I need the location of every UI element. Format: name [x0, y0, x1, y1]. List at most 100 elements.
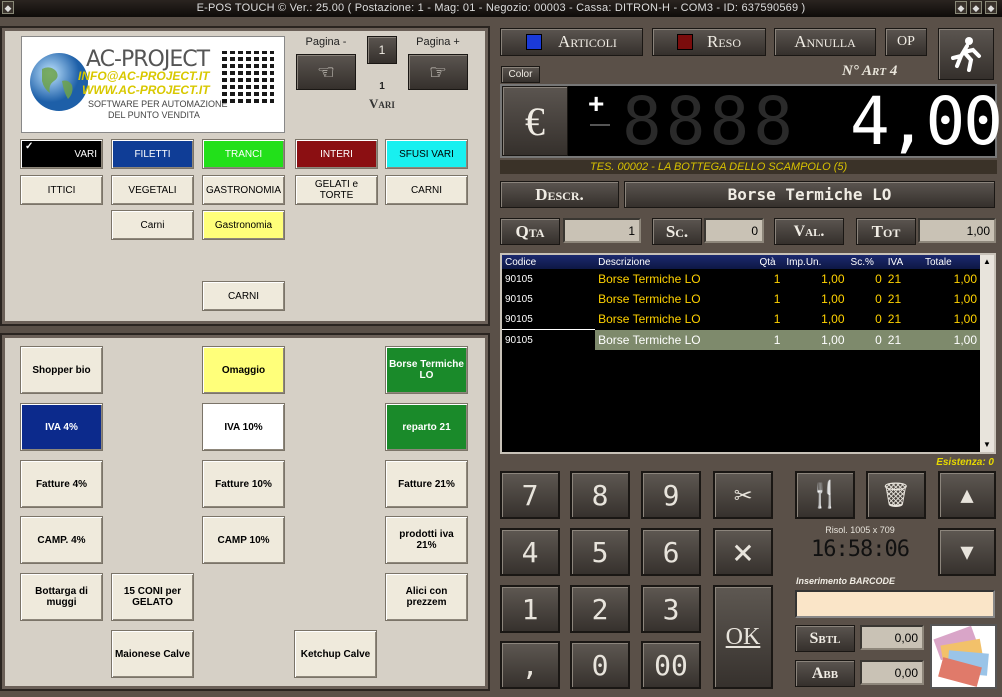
- page-next-button[interactable]: ☞: [408, 54, 468, 90]
- page-number-box[interactable]: 1: [367, 36, 397, 64]
- cell-code: 90105: [505, 273, 533, 285]
- category-gastronomia-sub-button[interactable]: Gastronomia: [202, 210, 285, 240]
- key-00[interactable]: 00: [641, 641, 701, 689]
- key-3[interactable]: 3: [641, 585, 701, 633]
- maximize-button[interactable]: ◆: [970, 1, 982, 14]
- table-row-selected[interactable]: 90105 Borse Termiche LO 1 1,00 0 21 1,00: [502, 329, 980, 350]
- exit-button[interactable]: [938, 28, 994, 80]
- key-4-label: 4: [521, 535, 539, 569]
- table-header-row: Codice Descrizione Qtà Imp.Un. Sc.% IVA …: [502, 255, 980, 269]
- product-reparto21-button[interactable]: reparto 21: [385, 403, 468, 451]
- barcode-input[interactable]: [795, 590, 995, 618]
- articoli-button[interactable]: Articoli: [500, 28, 643, 56]
- minimize-button[interactable]: ◆: [955, 1, 967, 14]
- key-5[interactable]: 5: [570, 528, 630, 576]
- product-prodotti-iva21-button[interactable]: prodotti iva 21%: [385, 516, 468, 564]
- category-tranci-button[interactable]: TRANCI: [202, 139, 285, 169]
- company-logo: AC-PROJECT INFO@AC-PROJECT.IT WWW.AC-PRO…: [21, 36, 285, 133]
- close-button[interactable]: ◆: [985, 1, 997, 14]
- product-coni-gelato-button[interactable]: 15 CONI per GELATO: [111, 573, 194, 621]
- product-fatture10-button[interactable]: Fatture 10%: [202, 460, 285, 508]
- category-sfusi-vari-button[interactable]: SFUSI VARI: [385, 139, 468, 169]
- table-row[interactable]: 90105 Borse Termiche LO 1 1,00 0 21 1,00: [502, 289, 980, 309]
- sc-field[interactable]: 0: [704, 218, 764, 243]
- qta-field[interactable]: 1: [563, 218, 641, 243]
- scroll-down-icon[interactable]: ▼: [980, 438, 994, 452]
- product-maionese-button[interactable]: Maionese Calve: [111, 630, 194, 678]
- ok-button[interactable]: OK: [713, 585, 773, 689]
- category-carni-sub-button[interactable]: Carni: [111, 210, 194, 240]
- sbtl-button[interactable]: Sbtl: [795, 625, 855, 652]
- product-borse-termiche-button[interactable]: Borse Termiche LO: [385, 346, 468, 394]
- reso-button[interactable]: Reso: [652, 28, 766, 56]
- barcode-label: Inserimento BARCODE: [796, 576, 896, 586]
- category-carni-sub-label: Carni: [140, 219, 165, 231]
- product-bottarga-button[interactable]: Bottarga di muggi: [20, 573, 103, 621]
- category-carni-row4-button[interactable]: CARNI: [202, 281, 285, 311]
- key-7[interactable]: 7: [500, 471, 560, 519]
- sc-button[interactable]: Sc.: [652, 218, 702, 245]
- key-0-label: 0: [591, 648, 609, 682]
- key-comma[interactable]: ,: [500, 641, 560, 689]
- category-vari-button[interactable]: ✓ VARI: [20, 139, 103, 169]
- product-omaggio-button[interactable]: Omaggio: [202, 346, 285, 394]
- product-iva10-button[interactable]: IVA 10%: [202, 403, 285, 451]
- abb-button[interactable]: Abb: [795, 660, 855, 687]
- category-gelati-torte-button[interactable]: GELATI e TORTE: [295, 175, 378, 205]
- color-button[interactable]: Color: [501, 66, 540, 83]
- descr-label: Descr.: [535, 184, 584, 204]
- scroll-up-icon[interactable]: ▲: [980, 255, 994, 269]
- op-button[interactable]: OP: [885, 28, 927, 56]
- category-carni-button[interactable]: CARNI: [385, 175, 468, 205]
- key-4[interactable]: 4: [500, 528, 560, 576]
- table-row[interactable]: 90105 Borse Termiche LO 1 1,00 0 21 1,00: [502, 269, 980, 289]
- cell-qty: 1: [773, 292, 781, 306]
- descr-button[interactable]: Descr.: [500, 181, 619, 208]
- key-8[interactable]: 8: [570, 471, 630, 519]
- product-ketchup-button[interactable]: Ketchup Calve: [294, 630, 377, 678]
- category-filetti-button[interactable]: FILETTI: [111, 139, 194, 169]
- cell-discount: 0: [875, 312, 882, 327]
- article-count: N° Art 4: [842, 63, 898, 79]
- category-ittici-button[interactable]: ITTICI: [20, 175, 103, 205]
- table-scrollbar[interactable]: ▲ ▼: [980, 255, 994, 452]
- product-fatture21-button[interactable]: Fatture 21%: [385, 460, 468, 508]
- page-prev-button[interactable]: ☜: [296, 54, 356, 90]
- key-9[interactable]: 9: [641, 471, 701, 519]
- multiply-button[interactable]: ×: [713, 528, 773, 576]
- val-button[interactable]: Val.: [774, 218, 844, 245]
- product-camp4-button[interactable]: CAMP. 4%: [20, 516, 103, 564]
- currency-button[interactable]: €: [502, 86, 568, 156]
- payment-button[interactable]: [930, 624, 997, 689]
- qta-button[interactable]: Qta: [500, 218, 560, 245]
- product-shopper-bio-button[interactable]: Shopper bio: [20, 346, 103, 394]
- product-fatture4-button[interactable]: Fatture 4%: [20, 460, 103, 508]
- category-interi-label: INTERI: [320, 148, 353, 160]
- arrow-up-button[interactable]: ▲: [938, 471, 996, 519]
- category-vegetali-button[interactable]: VEGETALI: [111, 175, 194, 205]
- tot-button[interactable]: Tot: [856, 218, 916, 245]
- table-row[interactable]: 90105 Borse Termiche LO 1 1,00 0 21 1,00: [502, 309, 980, 330]
- product-shopper-bio-label: Shopper bio: [32, 364, 91, 376]
- key-6[interactable]: 6: [641, 528, 701, 576]
- restaurant-button[interactable]: 🍴: [795, 471, 855, 519]
- product-iva4-button[interactable]: IVA 4%: [20, 403, 103, 451]
- product-alici-button[interactable]: Alici con prezzem: [385, 573, 468, 621]
- key-2[interactable]: 2: [570, 585, 630, 633]
- cell-code: 90105: [502, 329, 596, 350]
- window-menu-button[interactable]: ◆: [2, 1, 14, 14]
- cell-qty: 1: [773, 312, 781, 327]
- col-totale: Totale: [922, 255, 980, 269]
- category-gastronomia-button[interactable]: GASTRONOMIA: [202, 175, 285, 205]
- key-3-label: 3: [662, 592, 680, 626]
- product-camp10-button[interactable]: CAMP 10%: [202, 516, 285, 564]
- key-1[interactable]: 1: [500, 585, 560, 633]
- key-0[interactable]: 0: [570, 641, 630, 689]
- arrow-down-button[interactable]: ▼: [938, 528, 996, 576]
- description-value: Borse Termiche LO: [727, 185, 892, 204]
- annulla-button[interactable]: Annulla: [774, 28, 876, 56]
- cut-button[interactable]: ✂: [713, 471, 773, 519]
- cell-total: 1,00: [922, 329, 980, 350]
- trash-button[interactable]: 🗑: [866, 471, 926, 519]
- category-interi-button[interactable]: INTERI: [295, 139, 378, 169]
